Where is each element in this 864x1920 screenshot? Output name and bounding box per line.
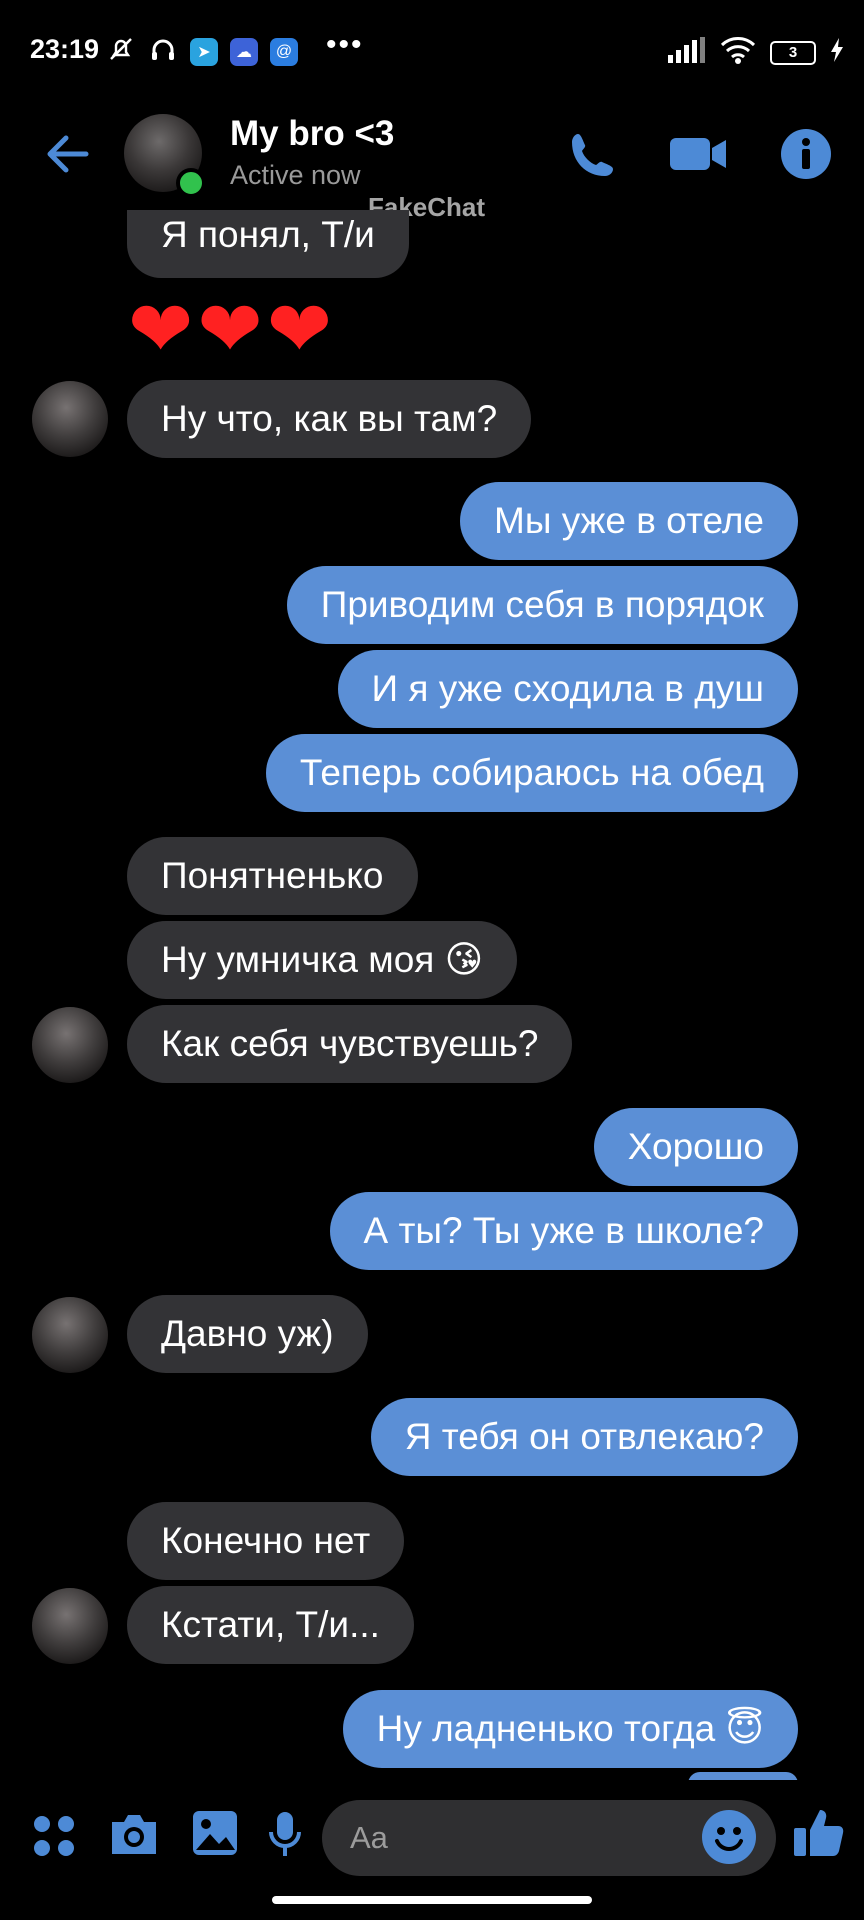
message-incoming[interactable]: Я понял, Т/и bbox=[127, 210, 409, 278]
gallery-icon[interactable] bbox=[192, 1810, 238, 1861]
status-bar: 23:19 ➤ ☁ @ ••• 3 bbox=[0, 0, 864, 100]
video-call-icon[interactable] bbox=[670, 134, 728, 179]
contact-status: Active now bbox=[230, 160, 361, 190]
message-incoming[interactable]: Давно уж) bbox=[127, 1295, 368, 1373]
message-incoming[interactable]: Кстати, Т/и... bbox=[127, 1586, 414, 1664]
sender-avatar bbox=[32, 1007, 108, 1083]
message-input[interactable]: Aa bbox=[322, 1800, 776, 1876]
status-time: 23:19 bbox=[30, 34, 100, 64]
message-input-placeholder: Aa bbox=[350, 1820, 388, 1855]
status-notification-icons: ➤ ☁ @ bbox=[106, 34, 298, 69]
telegram-icon: ➤ bbox=[190, 37, 218, 66]
mail-app-icon: @ bbox=[270, 37, 298, 66]
message-outgoing[interactable]: Ну ладненько тогда 😇 bbox=[342, 1690, 798, 1768]
message-incoming[interactable]: Конечно нет bbox=[127, 1502, 405, 1580]
cloud-app-icon: ☁ bbox=[230, 37, 258, 66]
message-incoming[interactable]: Ну что, как вы там? bbox=[127, 380, 532, 458]
back-arrow-icon[interactable] bbox=[44, 130, 92, 183]
message-outgoing[interactable]: Теперь собираюсь на обед bbox=[265, 734, 798, 812]
more-notifications-icon: ••• bbox=[326, 28, 364, 61]
sender-avatar bbox=[32, 1297, 108, 1373]
info-icon[interactable] bbox=[780, 128, 832, 185]
apps-grid-icon[interactable] bbox=[32, 1814, 76, 1863]
signal-icon bbox=[666, 37, 706, 68]
muted-bell-icon bbox=[106, 34, 136, 69]
message-outgoing[interactable]: А ты? Ты уже в школе? bbox=[329, 1192, 798, 1270]
message-incoming[interactable]: Ну умничка моя 😘 bbox=[127, 921, 518, 999]
message-incoming[interactable]: Как себя чувствуешь? bbox=[127, 1005, 573, 1083]
sender-avatar bbox=[32, 381, 108, 457]
hearts-emoji-message[interactable]: ❤❤❤ bbox=[128, 284, 336, 374]
microphone-icon[interactable] bbox=[268, 1810, 302, 1863]
message-composer: Aa bbox=[0, 1780, 864, 1890]
message-outgoing[interactable]: Хорошо bbox=[593, 1108, 798, 1186]
message-outgoing[interactable]: Мы уже в отеле bbox=[460, 482, 798, 560]
phone-icon[interactable] bbox=[566, 128, 620, 187]
message-outgoing[interactable]: Я тебя он отвлекаю? bbox=[370, 1398, 798, 1476]
charging-icon bbox=[830, 38, 844, 67]
online-indicator bbox=[176, 168, 206, 198]
contact-name[interactable]: My bro <3 bbox=[230, 114, 394, 154]
message-outgoing[interactable]: И я уже сходила в душ bbox=[337, 650, 798, 728]
sender-avatar bbox=[32, 1588, 108, 1664]
emoji-icon[interactable] bbox=[702, 1810, 756, 1864]
thumbs-up-icon[interactable] bbox=[792, 1806, 846, 1865]
chat-header: My bro <3 Active now FakeChat bbox=[0, 100, 864, 222]
battery-indicator: 3 bbox=[770, 40, 816, 65]
status-system-icons: 3 bbox=[666, 36, 844, 69]
wifi-icon bbox=[720, 36, 756, 69]
headphones-icon bbox=[148, 34, 178, 69]
home-indicator[interactable] bbox=[272, 1896, 592, 1904]
camera-icon[interactable] bbox=[108, 1812, 160, 1861]
message-outgoing[interactable]: Приводим себя в порядок bbox=[286, 566, 798, 644]
message-incoming[interactable]: Понятненько bbox=[127, 837, 418, 915]
